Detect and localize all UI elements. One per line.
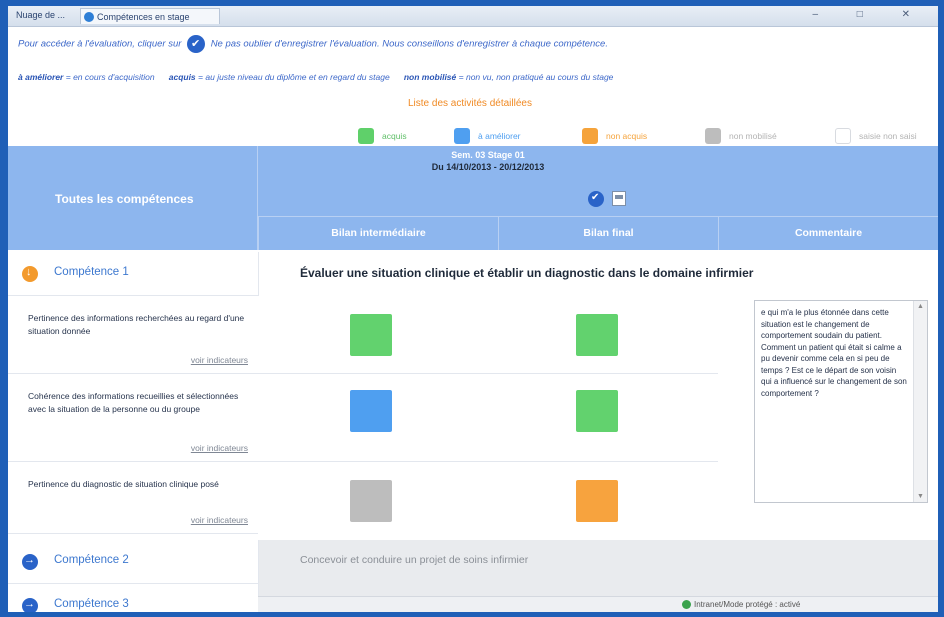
row-divider [258,461,718,462]
collapsed-arrow-icon [22,554,38,570]
legend-label: saisie non saisi [859,131,917,141]
eval-intermediate-square[interactable] [350,480,392,522]
legend-label: acquis [382,131,407,141]
eval-intermediate-square[interactable] [350,314,392,356]
legend-swatch [835,128,851,144]
col-bilan-intermediaire: Bilan intermédiaire [258,216,498,250]
competence-2-title-cell: Concevoir et conduire un projet de soins… [258,540,938,584]
semester-label: Sem. 03 Stage 01 [451,150,525,160]
row-divider [258,373,718,374]
criterion-row: Pertinence du diagnostic de situation cl… [8,462,258,534]
evaluate-check-icon[interactable] [588,190,604,207]
browser-toolbar: Nuage de ... Compétences en stage – □ ✕ [8,6,938,27]
browser-selector[interactable]: Nuage de ... [16,10,65,20]
all-competences-label: Toutes les compétences [55,192,194,206]
legend-swatch [705,128,721,144]
app-frame: Nuage de ... Compétences en stage – □ ✕ … [8,6,938,612]
legend-label: non acquis [606,131,648,141]
comment-scrollbar[interactable]: ▲ ▼ [913,301,927,502]
term-ameliorer: à améliorer [18,72,64,82]
def-non-mobilise: = non vu, non pratiqué au cours du stage [458,72,614,82]
competence-row-1: Compétence 1 Évaluer une situation clini… [8,252,938,296]
criterion-row: Pertinence des informations recherchées … [8,296,258,374]
info-line-1: Pour accéder à l'évaluation, cliquer sur… [18,35,608,53]
window-controls[interactable]: – □ ✕ [812,9,928,20]
legend-swatch [454,128,470,144]
competence-1-title-cell: Évaluer une situation clinique et établi… [258,252,938,296]
indicators-link[interactable]: voir indicateurs [191,515,248,525]
header-actions [588,190,627,208]
info-line-1-after: Ne pas oublier d'enregistrer l'évaluatio… [210,38,608,50]
scroll-up-icon[interactable]: ▲ [917,303,924,310]
expanded-arrow-icon [22,266,38,282]
competence-name: Compétence 1 [54,266,129,278]
browser-tab[interactable]: Compétences en stage [80,8,220,24]
legend-label: non mobilisé [729,131,777,141]
security-zone-icon [682,600,691,609]
competence-row-2: Compétence 2 Concevoir et conduire un pr… [8,540,938,584]
semester-info: Sem. 03 Stage 01 Du 14/10/2013 - 20/12/2… [258,149,718,173]
info-line-1-before: Pour accéder à l'évaluation, cliquer sur [18,38,182,50]
competence-2-toggle[interactable]: Compétence 2 [8,540,258,584]
criterion-text: Cohérence des informations recueillies e… [28,391,239,414]
competence-name: Compétence 3 [54,598,129,610]
collapsed-arrow-icon [22,598,38,612]
legend-label: à améliorer [478,131,521,141]
legend-swatch [582,128,598,144]
col-bilan-final: Bilan final [498,216,718,250]
semester-dates: Du 14/10/2013 - 20/12/2013 [431,162,545,172]
legend-swatch [358,128,374,144]
criterion-row: Cohérence des informations recueillies e… [8,374,258,462]
eval-final-square[interactable] [576,390,618,432]
comment-textarea[interactable]: e qui m'a le plus étonnée dans cette sit… [754,300,928,503]
eval-final-square[interactable] [576,480,618,522]
competence-1-toggle[interactable]: Compétence 1 [8,252,258,296]
term-non-mobilise: non mobilisé [403,72,457,82]
tab-favicon-icon [84,12,94,22]
tab-label: Compétences en stage [97,12,190,22]
activities-link[interactable]: Liste des activités détaillées [408,98,532,109]
col-commentaire: Commentaire [718,216,938,250]
def-ameliorer: = en cours d'acquisition [65,72,155,82]
scroll-down-icon[interactable]: ▼ [917,493,924,500]
eval-intermediate-square[interactable] [350,390,392,432]
status-text: Intranet/Mode protégé : activé [694,600,801,609]
evaluate-check-icon [187,35,206,53]
term-acquis: acquis [168,72,196,82]
competence-title: Évaluer une situation clinique et établi… [300,266,754,280]
eval-final-square[interactable] [576,314,618,356]
criterion-text: Pertinence des informations recherchées … [28,313,245,336]
competence-name: Compétence 2 [54,554,129,566]
def-acquis: = au juste niveau du diplôme et en regar… [198,72,390,82]
all-competences-header[interactable]: Toutes les compétences [8,146,258,250]
indicators-link[interactable]: voir indicateurs [191,443,248,453]
comment-text: e qui m'a le plus étonnée dans cette sit… [761,308,910,398]
competence-3-toggle[interactable]: Compétence 3 [8,584,258,612]
criterion-text: Pertinence du diagnostic de situation cl… [28,479,219,489]
print-icon[interactable] [612,191,627,207]
info-line-2: à améliorer = en cours d'acquisition acq… [18,72,613,82]
competence-title: Concevoir et conduire un projet de soins… [300,554,529,566]
indicators-link[interactable]: voir indicateurs [191,355,248,365]
browser-status-bar: Intranet/Mode protégé : activé [258,596,938,612]
